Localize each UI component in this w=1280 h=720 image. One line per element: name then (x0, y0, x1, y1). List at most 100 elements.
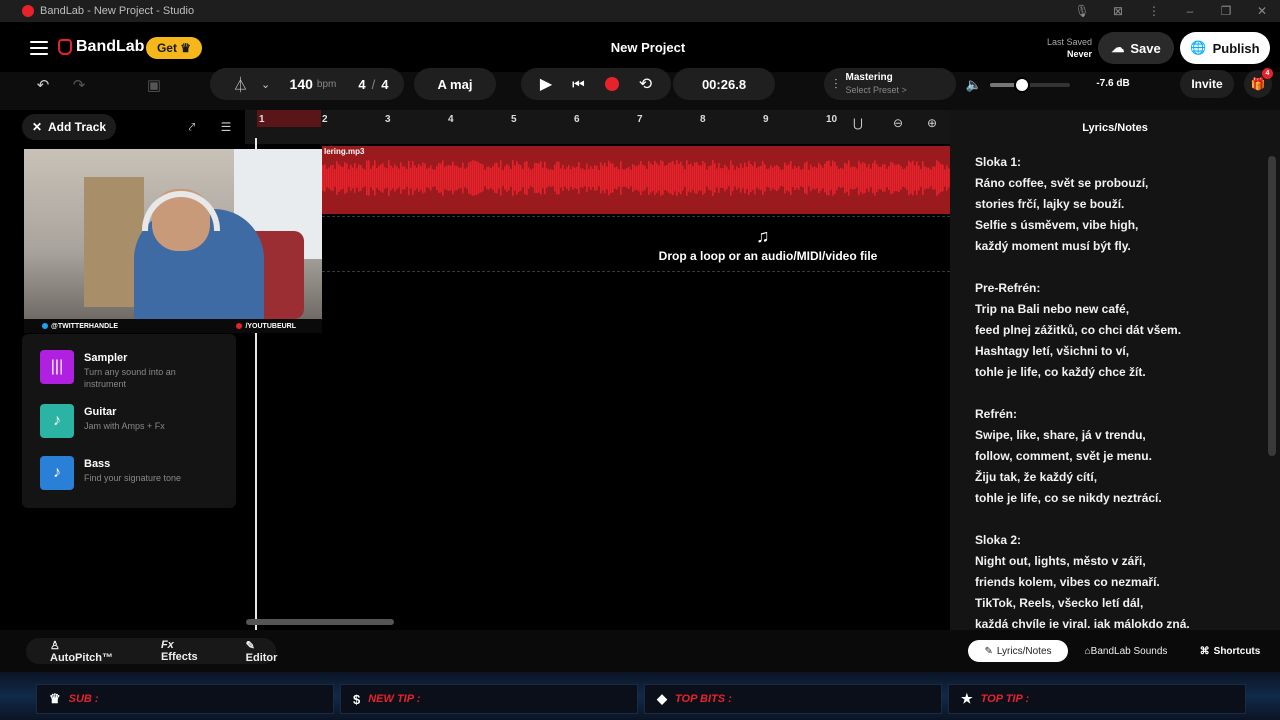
shortcuts-button[interactable]: ⌘ Shortcuts (1190, 640, 1270, 662)
waveform-bar (386, 168, 388, 188)
waveform-bar (604, 162, 606, 194)
waveform-bar (536, 163, 538, 193)
editor-tab[interactable]: ✎ Editor (222, 639, 302, 664)
undo-button[interactable]: ↶ (30, 72, 56, 98)
waveform-bar (754, 161, 756, 195)
waveform-bar (654, 160, 656, 196)
mastering-button[interactable]: ⫶ Mastering Select Preset > (824, 68, 956, 100)
autopitch-tab[interactable]: ♙ AutoPitch™ (26, 639, 137, 664)
waveform-bar (836, 165, 838, 191)
time-sig-num[interactable]: 4 (358, 77, 365, 92)
time-sig-sep: / (371, 76, 376, 92)
instrument-sampler[interactable]: ||| Sampler Turn any sound into an instr… (40, 350, 230, 390)
waveform-bar (736, 166, 738, 190)
horizontal-scrollbar[interactable] (246, 619, 394, 625)
metronome-icon[interactable]: ⏃ (226, 74, 256, 95)
drop-zone[interactable] (322, 216, 950, 272)
waveform-bar (656, 163, 658, 193)
waveform (322, 160, 950, 196)
lyrics-line (975, 257, 1261, 278)
waveform-bar (372, 165, 374, 191)
twitter-handle: @TWITTERHANDLE (51, 322, 119, 330)
lyrics-line: Žiju tak, že každý cítí, (975, 470, 1098, 484)
bpm-value[interactable]: 140 (290, 76, 313, 92)
play-icon[interactable]: ▶ (540, 74, 552, 94)
redo-button[interactable]: ↷ (66, 72, 92, 98)
waveform-bar (868, 164, 870, 192)
waveform-bar (486, 166, 488, 190)
waveform-bar (798, 166, 800, 190)
brand[interactable]: BandLab (58, 38, 144, 56)
instrument-name: Guitar (84, 406, 117, 418)
save-button[interactable]: ☁ Save (1098, 32, 1174, 64)
volume-slider[interactable] (990, 77, 1070, 93)
waveform-bar (508, 165, 510, 191)
waveform-bar (584, 169, 586, 187)
volume-knob[interactable] (1014, 77, 1030, 93)
instrument-bass[interactable]: ♪ Bass Find your signature tone (40, 456, 230, 496)
instrument-guitar[interactable]: ♪ Guitar Jam with Amps + Fx (40, 404, 230, 444)
crown-icon: ♛ (49, 691, 61, 706)
waveform-bar (340, 165, 342, 191)
waveform-bar (440, 163, 442, 193)
publish-button[interactable]: 🌐 Publish (1180, 32, 1270, 64)
metronome-square-icon[interactable]: ▣ (140, 72, 168, 98)
minimize-button[interactable]: – (1172, 4, 1208, 18)
timeline-ruler[interactable]: 1 2 3 4 5 6 7 8 9 10 ⋃ ⊖ ⊕ (245, 110, 950, 144)
track-settings-icon[interactable]: ☰ (214, 116, 238, 138)
waveform-bar (874, 160, 876, 196)
lyrics-line: Sloka 2: (975, 533, 1022, 547)
bandlab-sounds-tab[interactable]: ⌂ BandLab Sounds (1080, 640, 1172, 662)
bandlab-logo-icon (58, 39, 72, 55)
ruler-tick: 4 (448, 114, 454, 125)
waveform-bar (932, 166, 934, 190)
command-icon: ⌘ (1199, 645, 1210, 657)
loop-icon[interactable]: ⟲ (639, 74, 652, 94)
chevron-down-icon[interactable]: ⌄ (256, 78, 276, 91)
waveform-bar (762, 161, 764, 195)
waveform-bar (326, 168, 328, 188)
waveform-bar (940, 163, 942, 193)
close-button[interactable]: ✕ (1244, 4, 1280, 18)
maximize-button[interactable]: ❐ (1208, 4, 1244, 18)
lyrics-tab-label: Lyrics/Notes (996, 645, 1052, 657)
lyrics-text[interactable]: Sloka 1: Ráno coffee, svět se probouzí, st… (975, 152, 1261, 628)
invite-button[interactable]: Invite (1180, 70, 1234, 98)
waveform-bar (430, 165, 432, 191)
waveform-bar (616, 166, 618, 190)
waveform-bar (528, 167, 530, 189)
menu-icon[interactable] (30, 41, 48, 55)
waveform-bar (544, 161, 546, 195)
record-icon[interactable] (604, 77, 619, 91)
audio-clip[interactable]: lering.mp3 (322, 146, 950, 214)
loop-region[interactable] (257, 110, 321, 127)
project-title[interactable]: New Project (540, 40, 756, 55)
time-sig-den[interactable]: 4 (381, 77, 388, 92)
add-track-button[interactable]: ✕ Add Track (22, 114, 116, 140)
waveform-bar (854, 166, 856, 190)
waveform-bar (800, 169, 802, 187)
speaker-icon[interactable]: 🔈 (964, 72, 984, 98)
lyrics-scrollbar[interactable] (1268, 156, 1276, 456)
snap-icon[interactable]: ⋃ (853, 116, 863, 130)
skip-back-icon[interactable]: ⏮ (572, 76, 585, 93)
waveform-bar (844, 162, 846, 194)
automation-icon[interactable]: ⤤ (180, 116, 204, 138)
lyrics-notes-tab[interactable]: ✎ Lyrics/Notes (968, 640, 1068, 662)
waveform-bar (408, 160, 410, 196)
waveform-bar (742, 167, 744, 189)
crosshair-icon[interactable]: ⊠ (1100, 4, 1136, 18)
waveform-bar (338, 164, 340, 192)
zoom-out-icon[interactable]: ⊖ (893, 116, 903, 130)
key-selector[interactable]: A maj (414, 68, 496, 100)
mic-icon[interactable]: 🎙 (1064, 4, 1100, 18)
waveform-bar (444, 166, 446, 190)
dollar-icon: $ (353, 691, 361, 707)
waveform-bar (822, 167, 824, 189)
effects-tab[interactable]: Fx Effects (137, 639, 222, 663)
more-icon[interactable]: ⋮ (1136, 4, 1172, 18)
waveform-bar (674, 164, 676, 192)
get-membership-button[interactable]: Get ♛ (146, 37, 202, 59)
waveform-bar (814, 166, 816, 190)
zoom-in-icon[interactable]: ⊕ (927, 116, 937, 130)
